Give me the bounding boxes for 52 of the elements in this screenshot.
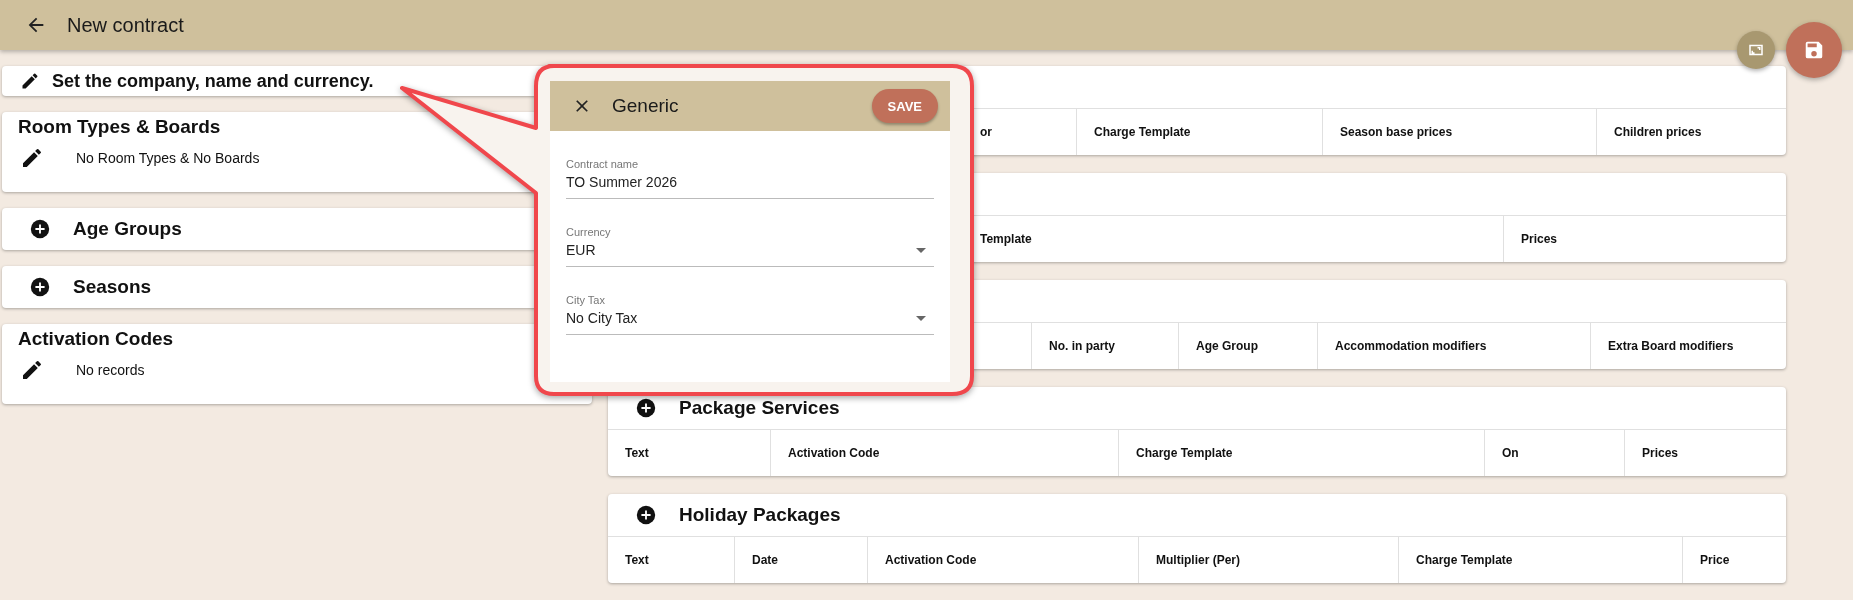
caret-icon [916, 247, 926, 253]
add-icon[interactable] [29, 218, 51, 240]
add-icon[interactable] [635, 504, 657, 526]
section-title: Holiday Packages [679, 504, 841, 526]
column-header: Date [752, 553, 778, 567]
field-value: TO Summer 2026 [566, 174, 677, 190]
section-title: Age Groups [73, 218, 182, 240]
column-header: Season base prices [1340, 125, 1453, 139]
column-header: Text [625, 553, 649, 567]
page-title: New contract [67, 13, 184, 37]
select-field[interactable]: City Tax No City Tax [566, 287, 934, 335]
field-value: EUR [566, 242, 596, 258]
save-button[interactable]: SAVE [871, 89, 938, 123]
add-icon[interactable] [635, 397, 657, 419]
caret-icon [916, 315, 926, 321]
section-title: Seasons [73, 276, 152, 298]
column-header: Age Group [1196, 339, 1258, 353]
column-header: Multiplier (Per) [1156, 553, 1240, 567]
field-value: No City Tax [566, 310, 638, 326]
add-icon[interactable] [29, 276, 51, 298]
column-header: On [1502, 446, 1519, 460]
column-header: Prices [1521, 232, 1558, 246]
section-title: Package Services [679, 397, 840, 419]
column-header: or [980, 125, 992, 139]
pencil-icon[interactable] [20, 146, 44, 170]
column-header: Prices [1642, 446, 1679, 460]
column-header: Template [980, 232, 1032, 246]
column-header: Activation Code [788, 446, 880, 460]
field-label: City Tax [566, 294, 606, 306]
column-header: No. in party [1049, 339, 1115, 353]
empty-text: No Room Types & No Boards [76, 150, 260, 166]
field-label: Currency [566, 226, 612, 238]
dialog-title: Generic [612, 95, 679, 117]
save-button[interactable] [1786, 22, 1842, 78]
input-field[interactable]: Contract name TO Summer 2026 [566, 151, 934, 199]
section-title: Room Types & Boards [18, 116, 222, 138]
select-field[interactable]: Currency EUR [566, 219, 934, 267]
column-header: Price [1700, 553, 1730, 567]
empty-text: No records [76, 362, 145, 378]
column-header: Activation Code [885, 553, 977, 567]
pencil-icon[interactable] [20, 358, 44, 382]
summary-text: Set the company, name and currency. [52, 70, 374, 92]
field-label: Contract name [566, 158, 640, 170]
column-header: Charge Template [1136, 446, 1233, 460]
column-header: Accommodation modifiers [1335, 339, 1487, 353]
column-header: Children prices [1614, 125, 1702, 139]
pencil-icon[interactable] [20, 71, 40, 91]
section-title: Activation Codes [18, 328, 175, 350]
column-header: Charge Template [1416, 553, 1513, 567]
column-header: Charge Template [1094, 125, 1191, 139]
column-header: Text [625, 446, 649, 460]
column-header: Extra Board modifiers [1608, 339, 1734, 353]
